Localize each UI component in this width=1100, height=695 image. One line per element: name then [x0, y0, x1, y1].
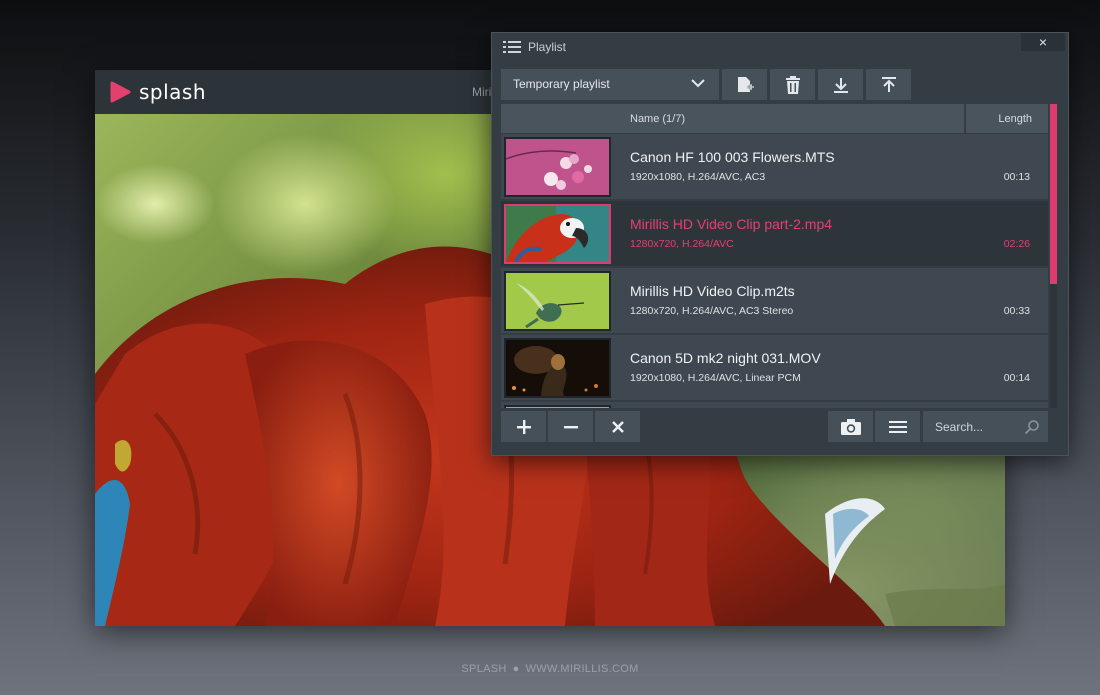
video-thumbnail: [504, 338, 611, 398]
item-length: 02:26: [1003, 238, 1030, 250]
footer-website-link[interactable]: WWW.MIRILLIS.COM: [526, 663, 639, 675]
video-thumbnail: [504, 271, 611, 331]
list-icon: [503, 41, 521, 53]
playlist-scrollbar[interactable]: [1050, 104, 1057, 408]
video-thumbnail: [504, 204, 611, 264]
playlist-menu-button[interactable]: [875, 411, 920, 442]
item-meta: 1920x1080, H.264/AVC, Linear PCM: [630, 372, 801, 384]
parrot-thumbnail-image: [506, 206, 609, 262]
playlist-item-active[interactable]: Mirillis HD Video Clip part-2.mp4 1280x7…: [501, 201, 1048, 266]
playlist-select-value: Temporary playlist: [513, 77, 610, 91]
search-icon[interactable]: [1024, 419, 1040, 435]
video-thumbnail: [504, 405, 611, 408]
close-icon: [611, 420, 624, 433]
item-length: 00:14: [1003, 372, 1030, 384]
add-to-playlist-icon: [737, 76, 754, 92]
playlist-item[interactable]: Canon 5D mk2 night 031.MOV 1920x1080, H.…: [501, 335, 1048, 400]
minus-icon: [563, 425, 578, 428]
playlist-list: Canon HF 100 003 Flowers.MTS 1920x1080, …: [501, 134, 1048, 408]
playlist-title: Playlist: [528, 40, 567, 54]
brand-name: splash: [139, 80, 207, 104]
playlist-window: Playlist × Temporary playlist Name (1/7)…: [491, 32, 1069, 456]
trash-icon: [785, 75, 800, 94]
close-icon: ×: [1038, 34, 1048, 50]
menu-icon: [888, 420, 907, 433]
footer-separator: ●: [512, 663, 520, 675]
search-input[interactable]: [923, 411, 1023, 442]
move-up-icon: [881, 76, 896, 92]
playlist-toolbar: Temporary playlist: [501, 69, 911, 100]
column-header-name[interactable]: Name (1/7): [501, 104, 964, 133]
playlist-search-box: [923, 411, 1048, 442]
camera-icon: [840, 418, 861, 435]
playlist-titlebar[interactable]: Playlist ×: [492, 33, 1068, 63]
item-meta: 1280x720, H.264/AVC, AC3 Stereo: [630, 305, 794, 317]
splash-logo: splash: [109, 80, 207, 104]
snapshot-button[interactable]: [828, 411, 873, 442]
add-file-button[interactable]: [501, 411, 546, 442]
playlist-item[interactable]: Canon HF 100 003 Flowers.MTS 1920x1080, …: [501, 134, 1048, 199]
move-down-button[interactable]: [818, 69, 863, 100]
item-title: Canon 5D mk2 night 031.MOV: [630, 350, 821, 366]
item-meta: 1280x720, H.264/AVC: [630, 238, 734, 250]
item-length: 00:13: [1003, 171, 1030, 183]
play-logo-icon: [110, 81, 131, 103]
flowers-thumbnail-image: [506, 139, 609, 195]
partial-thumbnail-image: [506, 407, 609, 408]
hummingbird-thumbnail-image: [506, 273, 609, 329]
player-title: Miri: [472, 85, 492, 99]
clear-list-button[interactable]: [595, 411, 640, 442]
column-header-length-label: Length: [998, 113, 1032, 125]
playlist-item[interactable]: Mirillis HD Video Clip.m2ts 1280x720, H.…: [501, 268, 1048, 333]
close-playlist-button[interactable]: ×: [1021, 33, 1065, 51]
scrollbar-thumb[interactable]: [1050, 104, 1057, 284]
playlist-item-partial[interactable]: [501, 402, 1048, 408]
night-thumbnail-image: [506, 340, 609, 396]
plus-icon: [516, 419, 531, 434]
move-up-button[interactable]: [866, 69, 911, 100]
item-title: Mirillis HD Video Clip.m2ts: [630, 283, 795, 299]
column-header-name-label: Name (1/7): [630, 113, 686, 125]
remove-file-button[interactable]: [548, 411, 593, 442]
column-header-length[interactable]: Length: [966, 104, 1048, 133]
video-thumbnail: [504, 137, 611, 197]
playlist-bottom-toolbar: [501, 411, 1048, 442]
add-to-playlist-button[interactable]: [722, 69, 767, 100]
item-length: 00:33: [1003, 305, 1030, 317]
playlist-select-dropdown[interactable]: Temporary playlist: [501, 69, 719, 100]
item-title: Canon HF 100 003 Flowers.MTS: [630, 149, 835, 165]
footer: SPLASH ● WWW.MIRILLIS.COM: [0, 663, 1100, 675]
item-title: Mirillis HD Video Clip part-2.mp4: [630, 216, 833, 232]
item-meta: 1920x1080, H.264/AVC, AC3: [630, 171, 766, 183]
chevron-down-icon: [691, 79, 705, 88]
move-down-icon: [833, 77, 848, 93]
playlist-table-header: Name (1/7) Length: [501, 104, 1048, 133]
footer-brand: SPLASH: [461, 663, 507, 675]
delete-playlist-button[interactable]: [770, 69, 815, 100]
